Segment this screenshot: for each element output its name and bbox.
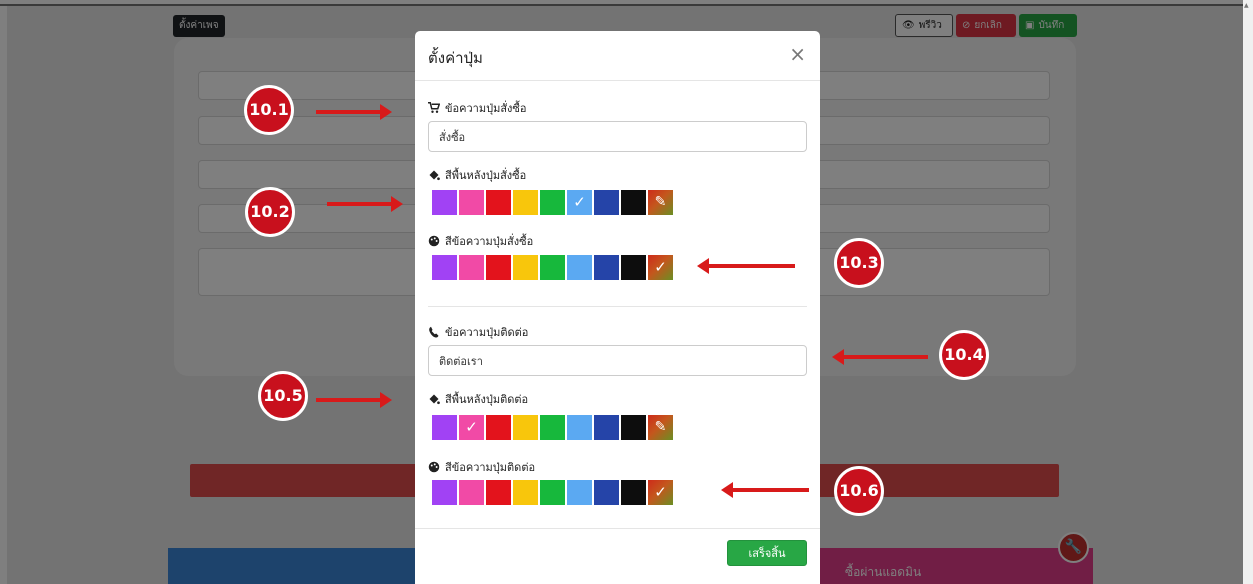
annotation-arrow-10-6	[721, 482, 809, 498]
color-swatch[interactable]	[459, 480, 484, 505]
phone-icon	[429, 326, 439, 338]
contact-text-label: ข้อความปุ่มติดต่อ	[428, 323, 528, 341]
annotation-arrow-10-5	[316, 392, 392, 408]
paint-bucket-icon	[429, 170, 440, 181]
color-swatch[interactable]	[432, 480, 457, 505]
color-swatch[interactable]	[486, 190, 511, 215]
color-swatch[interactable]	[567, 415, 592, 440]
color-swatch[interactable]	[594, 480, 619, 505]
buy-bg-label: สีพื้นหลังปุ่มสั่งซื้อ	[428, 166, 526, 184]
top-border	[0, 4, 1253, 6]
color-swatch[interactable]	[540, 480, 565, 505]
custom-color-picker[interactable]	[648, 255, 673, 280]
buy-bg-label-text: สีพื้นหลังปุ่มสั่งซื้อ	[445, 169, 527, 182]
color-swatch[interactable]	[513, 190, 538, 215]
color-swatch[interactable]	[621, 190, 646, 215]
color-swatch[interactable]	[621, 480, 646, 505]
color-swatch[interactable]	[432, 255, 457, 280]
section-divider	[428, 306, 807, 307]
buy-bg-swatches: ✎	[432, 190, 673, 215]
contact-text-label-text: ข้อความปุ่มติดต่อ	[445, 326, 529, 339]
annotation-arrow-10-3	[697, 258, 795, 274]
paint-bucket-icon	[429, 394, 440, 405]
color-swatch[interactable]	[621, 415, 646, 440]
color-swatch[interactable]	[459, 415, 484, 440]
contact-bg-label: สีพื้นหลังปุ่มติดต่อ	[428, 390, 528, 408]
annotation-badge-10-3: 10.3	[834, 238, 884, 288]
done-button[interactable]: เสร็จสิ้น	[727, 540, 807, 566]
contact-text-color-swatches	[432, 480, 673, 505]
paintbrush-icon: ✎	[654, 419, 667, 435]
contact-text-color-label-text: สีข้อความปุ่มติดต่อ	[445, 461, 536, 474]
color-swatch[interactable]	[540, 255, 565, 280]
buy-text-label-text: ข้อความปุ่มสั่งซื้อ	[445, 102, 527, 115]
color-swatch[interactable]	[459, 255, 484, 280]
color-swatch[interactable]	[513, 255, 538, 280]
color-swatch[interactable]	[594, 190, 619, 215]
color-swatch[interactable]	[567, 255, 592, 280]
buy-text-input[interactable]	[428, 121, 807, 152]
palette-icon	[428, 461, 440, 473]
annotation-arrow-10-1	[316, 104, 392, 120]
contact-text-input[interactable]	[428, 345, 807, 376]
color-swatch[interactable]	[513, 480, 538, 505]
modal-title: ตั้งค่าปุ่ม	[428, 49, 483, 67]
annotation-badge-10-6: 10.6	[834, 466, 884, 516]
buy-text-label: ข้อความปุ่มสั่งซื้อ	[428, 99, 526, 117]
buy-text-color-label: สีข้อความปุ่มสั่งซื้อ	[428, 232, 533, 250]
custom-color-picker[interactable]: ✎	[648, 190, 673, 215]
contact-bg-label-text: สีพื้นหลังปุ่มติดต่อ	[445, 393, 529, 406]
contact-text-color-label: สีข้อความปุ่มติดต่อ	[428, 458, 535, 476]
color-swatch[interactable]	[540, 190, 565, 215]
color-swatch[interactable]	[567, 190, 592, 215]
close-icon[interactable]: ×	[789, 42, 806, 66]
cart-icon	[428, 102, 440, 113]
custom-color-picker[interactable]: ✎	[648, 415, 673, 440]
color-swatch[interactable]	[486, 415, 511, 440]
color-swatch[interactable]	[594, 255, 619, 280]
color-swatch[interactable]	[432, 190, 457, 215]
color-swatch[interactable]	[459, 190, 484, 215]
color-swatch[interactable]	[567, 480, 592, 505]
color-swatch[interactable]	[540, 415, 565, 440]
annotation-badge-10-1: 10.1	[244, 85, 294, 135]
annotation-badge-10-5: 10.5	[258, 371, 308, 421]
color-swatch[interactable]	[621, 255, 646, 280]
annotation-arrow-10-4	[832, 349, 928, 365]
palette-icon	[428, 235, 440, 247]
paintbrush-icon: ✎	[654, 194, 667, 210]
buy-text-color-swatches	[432, 255, 673, 280]
color-swatch[interactable]	[432, 415, 457, 440]
contact-bg-swatches: ✎	[432, 415, 673, 440]
modal-footer-divider	[415, 528, 820, 529]
scrollbar[interactable]	[1243, 0, 1253, 584]
modal-header: ตั้งค่าปุ่ม ×	[415, 31, 820, 81]
color-swatch[interactable]	[594, 415, 619, 440]
custom-color-picker[interactable]	[648, 480, 673, 505]
color-swatch[interactable]	[486, 480, 511, 505]
color-swatch[interactable]	[513, 415, 538, 440]
buy-text-color-label-text: สีข้อความปุ่มสั่งซื้อ	[445, 235, 534, 248]
annotation-arrow-10-2	[327, 196, 403, 212]
button-settings-modal: ตั้งค่าปุ่ม × ข้อความปุ่มสั่งซื้อ สีพื้น…	[415, 31, 820, 584]
annotation-badge-10-4: 10.4	[939, 330, 989, 380]
color-swatch[interactable]	[486, 255, 511, 280]
annotation-badge-10-2: 10.2	[245, 187, 295, 237]
